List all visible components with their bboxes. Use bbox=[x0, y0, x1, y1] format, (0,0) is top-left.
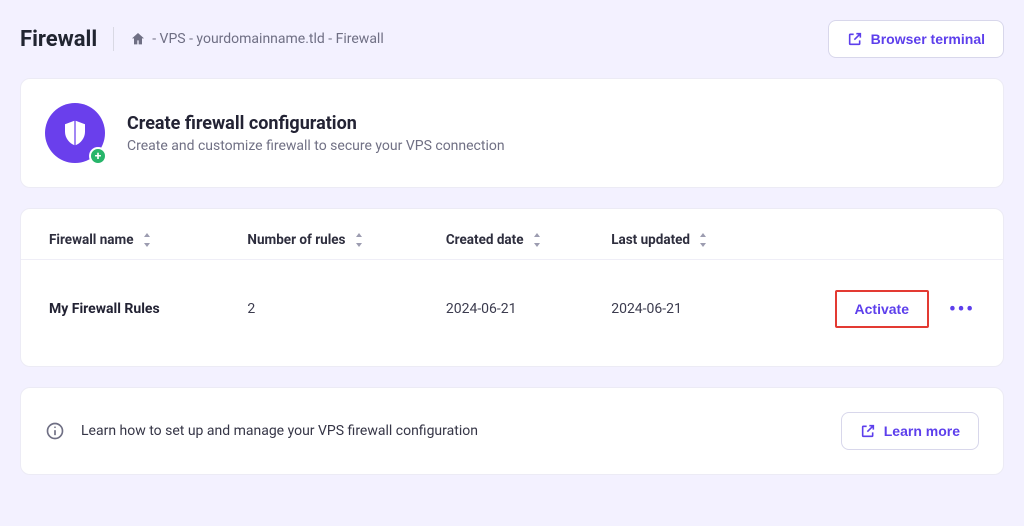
column-last-updated[interactable]: Last updated bbox=[611, 231, 731, 249]
cell-updated: 2024-06-21 bbox=[611, 301, 776, 317]
column-firewall-name[interactable]: Firewall name bbox=[49, 231, 247, 249]
home-icon bbox=[130, 31, 146, 47]
page-header: Firewall - VPS - yourdomainname.tld - Fi… bbox=[20, 20, 1004, 58]
column-created-date[interactable]: Created date bbox=[446, 231, 611, 249]
shield-badge: + bbox=[45, 103, 105, 163]
firewall-table-card: Firewall name Number of rules Created da… bbox=[20, 208, 1004, 367]
table-row: My Firewall Rules 2 2024-06-21 2024-06-2… bbox=[21, 260, 1003, 366]
divider bbox=[113, 27, 114, 51]
cell-name: My Firewall Rules bbox=[49, 301, 247, 317]
info-text: Learn how to set up and manage your VPS … bbox=[81, 423, 478, 439]
plus-badge-icon: + bbox=[89, 147, 107, 165]
page-title: Firewall bbox=[20, 27, 97, 52]
create-config-card[interactable]: + Create firewall configuration Create a… bbox=[20, 78, 1004, 188]
col-label-updated: Last updated bbox=[611, 231, 690, 249]
cell-created: 2024-06-21 bbox=[446, 301, 611, 317]
info-icon bbox=[45, 421, 65, 441]
more-options-icon[interactable]: ••• bbox=[949, 299, 975, 320]
column-number-of-rules[interactable]: Number of rules bbox=[247, 231, 445, 249]
learn-more-button[interactable]: Learn more bbox=[841, 412, 979, 450]
create-subtitle: Create and customize firewall to secure … bbox=[127, 138, 505, 154]
breadcrumb[interactable]: - VPS - yourdomainname.tld - Firewall bbox=[130, 31, 384, 47]
sort-icon bbox=[142, 233, 152, 247]
sort-icon bbox=[698, 233, 708, 247]
activate-button[interactable]: Activate bbox=[835, 290, 929, 328]
col-label-created: Created date bbox=[446, 232, 524, 248]
cell-rules: 2 bbox=[247, 301, 445, 317]
learn-more-label: Learn more bbox=[884, 423, 960, 439]
external-link-icon bbox=[847, 31, 863, 47]
row-actions: Activate ••• bbox=[777, 290, 975, 328]
create-title: Create firewall configuration bbox=[127, 113, 505, 134]
col-label-rules: Number of rules bbox=[247, 232, 345, 248]
info-left: Learn how to set up and manage your VPS … bbox=[45, 421, 478, 441]
info-card: Learn how to set up and manage your VPS … bbox=[20, 387, 1004, 475]
header-left: Firewall - VPS - yourdomainname.tld - Fi… bbox=[20, 27, 384, 52]
table-header: Firewall name Number of rules Created da… bbox=[21, 209, 1003, 260]
col-label-name: Firewall name bbox=[49, 232, 134, 248]
sort-icon bbox=[354, 233, 364, 247]
browser-terminal-label: Browser terminal bbox=[871, 31, 985, 47]
create-row: + Create firewall configuration Create a… bbox=[45, 103, 979, 163]
browser-terminal-button[interactable]: Browser terminal bbox=[828, 20, 1004, 58]
column-actions bbox=[777, 231, 975, 249]
breadcrumb-text: - VPS - yourdomainname.tld - Firewall bbox=[152, 31, 384, 47]
create-text: Create firewall configuration Create and… bbox=[127, 113, 505, 154]
external-link-icon bbox=[860, 423, 876, 439]
shield-icon bbox=[60, 118, 90, 148]
sort-icon bbox=[532, 233, 542, 247]
